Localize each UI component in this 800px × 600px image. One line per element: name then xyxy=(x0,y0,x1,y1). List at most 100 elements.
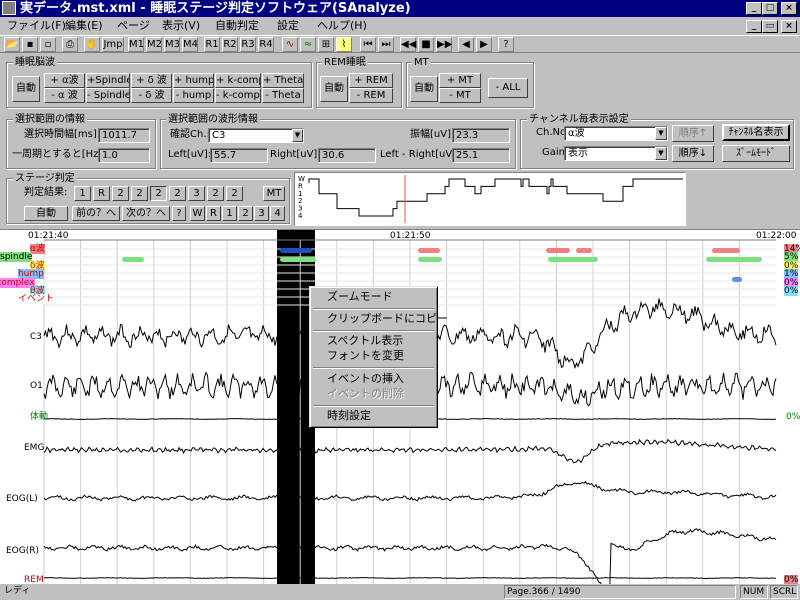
ctx-zoom-mode[interactable]: ズームモード xyxy=(313,290,434,304)
save-as-icon[interactable]: ▫ xyxy=(40,37,56,52)
forward-icon[interactable]: ▶▶ xyxy=(436,37,452,52)
minimize-button[interactable]: _ xyxy=(746,2,762,15)
event-marker[interactable] xyxy=(418,257,442,262)
plus-rem-button[interactable]: + REM xyxy=(349,73,393,88)
stage-result-0[interactable]: 1 xyxy=(74,186,91,201)
signal-channel-label[interactable]: 体動 xyxy=(30,412,48,422)
stage-result-3[interactable]: 2 xyxy=(131,186,148,201)
grid-icon[interactable]: ⊞ xyxy=(318,37,334,52)
event-marker[interactable] xyxy=(548,257,598,262)
minus-hump-button[interactable]: - hump xyxy=(173,88,214,103)
signal-channel-label[interactable]: C3 xyxy=(30,332,42,342)
close-button[interactable]: × xyxy=(781,2,797,15)
next-icon[interactable]: ▶ xyxy=(476,37,492,52)
maximize-button[interactable]: □ xyxy=(762,2,778,15)
ctx-insert-event[interactable]: イベントの挿入 xyxy=(313,372,434,386)
stage-set-2[interactable]: 1 xyxy=(222,206,237,221)
plus-spindle-button[interactable]: +Spindle xyxy=(86,73,130,88)
stage-result-4[interactable]: 2 xyxy=(150,186,167,201)
gain-select[interactable]: 表示 xyxy=(564,146,668,161)
ctx-time-setting[interactable]: 時刻設定 xyxy=(313,409,434,423)
stage-result-7[interactable]: 2 xyxy=(207,186,224,201)
plus-theta-button[interactable]: + Theta xyxy=(262,73,304,88)
stage-result-1[interactable]: R xyxy=(93,186,110,201)
plus-mt-button[interactable]: + MT xyxy=(439,73,481,88)
event-marker[interactable] xyxy=(280,257,316,262)
minus-delta-button[interactable]: - δ 波 xyxy=(131,88,172,103)
stage-mt-button[interactable]: MT xyxy=(263,186,285,201)
chno-select[interactable]: α波 xyxy=(564,126,668,141)
order-down-button[interactable]: 順序↓ xyxy=(672,145,714,162)
print-icon[interactable]: ⎙ xyxy=(62,37,78,52)
minus-kcomp-button[interactable]: - k-comp. xyxy=(215,88,261,103)
chno-dropdown-icon[interactable]: ▼ xyxy=(655,127,667,140)
doc-restore-button[interactable]: ▭ xyxy=(762,20,778,33)
r4-button[interactable]: R4 xyxy=(258,37,274,52)
r3-button[interactable]: R3 xyxy=(240,37,256,52)
rem-auto-button[interactable]: 自動 xyxy=(320,76,348,102)
mt-auto-button[interactable]: 自動 xyxy=(410,76,438,102)
plus-alpha-button[interactable]: + α波 xyxy=(44,73,85,88)
m1-button[interactable]: M1 xyxy=(128,37,144,52)
stage-unknown-button[interactable]: ? xyxy=(172,206,186,221)
ctx-copy-clipboard[interactable]: クリップボードにコピー xyxy=(313,312,448,326)
event-marker[interactable] xyxy=(732,277,742,282)
help-icon[interactable]: ? xyxy=(498,37,514,52)
event-marker[interactable] xyxy=(280,248,312,253)
signal-channel-label[interactable]: EMG xyxy=(24,443,44,453)
wave-icon[interactable]: ≈ xyxy=(300,37,316,52)
doc-close-button[interactable]: × xyxy=(781,20,797,33)
m3-button[interactable]: M3 xyxy=(164,37,180,52)
order-up-button[interactable]: 順序↑ xyxy=(672,125,714,142)
first-page-icon[interactable]: ⏮ xyxy=(360,37,376,52)
event-marker[interactable] xyxy=(576,248,592,253)
channel-name-button[interactable]: ﾁｬﾝﾈﾙ名表示 xyxy=(722,124,790,141)
stage-result-2[interactable]: 2 xyxy=(112,186,129,201)
signal-channel-label[interactable]: O1 xyxy=(30,381,43,391)
signal-channel-label[interactable]: EOG(R) xyxy=(6,546,39,556)
stage-result-8[interactable]: 2 xyxy=(226,186,243,201)
r2-button[interactable]: R2 xyxy=(222,37,238,52)
gain-dropdown-icon[interactable]: ▼ xyxy=(655,147,667,160)
menu-view[interactable]: 表示(V) xyxy=(157,17,205,35)
jump-button[interactable]: Jmp xyxy=(102,37,124,52)
rewind-icon[interactable]: ◀◀ xyxy=(400,37,416,52)
prev-unknown-button[interactable]: 前の？へ xyxy=(72,206,120,221)
event-marker[interactable] xyxy=(418,248,440,253)
sleep-wave-auto-button[interactable]: 自動 xyxy=(12,76,40,102)
stage-result-6[interactable]: 3 xyxy=(188,186,205,201)
event-marker[interactable] xyxy=(712,248,740,253)
minus-theta-button[interactable]: - Theta xyxy=(262,88,304,103)
stage-set-1[interactable]: R xyxy=(206,206,221,221)
stage-set-5[interactable]: 4 xyxy=(270,206,285,221)
stage-set-0[interactable]: W xyxy=(190,206,205,221)
menu-settings[interactable]: 設定 xyxy=(272,17,304,35)
event-marker[interactable] xyxy=(706,257,762,262)
plus-kcomp-button[interactable]: + k-comp. xyxy=(215,73,261,88)
m2-button[interactable]: M2 xyxy=(146,37,162,52)
ctx-spectrum[interactable]: スペクトル表示 xyxy=(313,334,434,348)
menu-edit[interactable]: 編集(E) xyxy=(60,17,108,35)
prev-icon[interactable]: ◀ xyxy=(458,37,474,52)
stage-result-5[interactable]: 2 xyxy=(169,186,186,201)
doc-minimize-button[interactable]: _ xyxy=(746,20,762,33)
plus-delta-button[interactable]: + δ 波 xyxy=(131,73,172,88)
last-page-icon[interactable]: ⏭ xyxy=(378,37,394,52)
highlight-icon[interactable]: ⌇ xyxy=(336,37,352,52)
stage-set-4[interactable]: 3 xyxy=(254,206,269,221)
stage-set-3[interactable]: 2 xyxy=(238,206,253,221)
menu-page[interactable]: ページ xyxy=(112,17,155,35)
event-channel-label[interactable]: spindle xyxy=(0,252,33,263)
r1-button[interactable]: R1 xyxy=(204,37,220,52)
m4-button[interactable]: M4 xyxy=(182,37,198,52)
minus-mt-button[interactable]: - MT xyxy=(439,88,481,103)
event-marker[interactable] xyxy=(122,257,144,262)
check-ch-select[interactable]: C3 xyxy=(208,128,304,143)
event-marker[interactable] xyxy=(546,248,570,253)
minus-rem-button[interactable]: - REM xyxy=(349,88,393,103)
ctx-font[interactable]: フォントを変更 xyxy=(313,349,434,363)
stage-auto-button[interactable]: 自動 xyxy=(24,206,68,221)
menu-help[interactable]: ヘルプ(H) xyxy=(312,17,372,35)
wave-v-icon[interactable]: ∿ xyxy=(282,37,298,52)
check-ch-dropdown-icon[interactable]: ▼ xyxy=(292,129,303,142)
